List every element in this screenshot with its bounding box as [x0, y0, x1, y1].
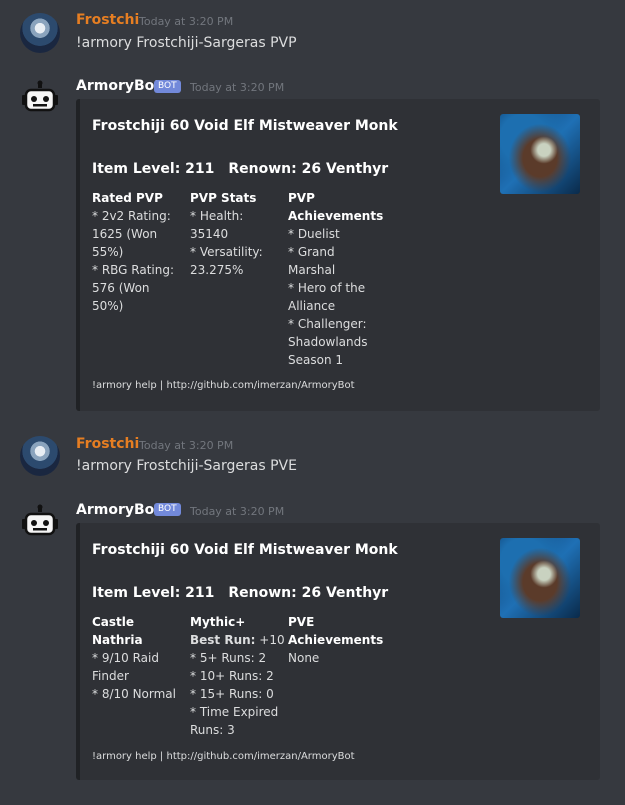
field-line: * Hero of the: [288, 281, 366, 295]
field-line: Alliance: [288, 299, 336, 313]
embed-field: Mythic+ Best Run: +10 * 5+ Runs: 2 * 10+…: [190, 613, 285, 739]
embed-field: Castle Nathria * 9/10 Raid Finder * 8/10…: [92, 613, 187, 703]
field-line: * 9/10 Raid: [92, 651, 159, 665]
field-line: 576 (Won: [92, 281, 150, 295]
field-value: * 2v2 Rating: 1625 (Won 55%) * RBG Ratin…: [92, 207, 182, 315]
robot-icon[interactable]: [20, 504, 60, 544]
field-name: Mythic+: [190, 615, 246, 629]
field-line: * 5+ Runs: 2: [190, 651, 267, 665]
embed-field: PVP Achievements * Duelist * Grand Marsh…: [288, 189, 398, 369]
field-line: * Time Expired: [190, 705, 279, 719]
message-content: !armory Frostchiji-Sargeras PVP: [76, 35, 297, 51]
field-line: * 10+ Runs: 2: [190, 669, 274, 683]
field-line: * Duelist: [288, 227, 340, 241]
item-level: Item Level: 211: [92, 585, 215, 601]
renown: Renown: 26 Venthyr: [228, 585, 389, 601]
author-name[interactable]: ArmoryBot: [76, 502, 161, 518]
embed-footer: !armory help | http://github.com/imerzan…: [92, 380, 355, 391]
field-line: Finder: [92, 669, 129, 683]
item-level: Item Level: 211: [92, 161, 215, 177]
embed: Frostchiji 60 Void Elf Mistweaver Monk I…: [76, 523, 600, 780]
field-name-line: PVE: [288, 615, 315, 629]
embed-field: PVP Stats * Health: 35140 * Versatility:…: [190, 189, 280, 279]
field-value: * Duelist * Grand Marshal * Hero of the …: [288, 225, 398, 369]
field-line: Marshal: [288, 263, 336, 277]
field-line: 23.275%: [190, 263, 244, 277]
field-line: * Challenger:: [288, 317, 367, 331]
field-line: * Health:: [190, 209, 244, 223]
bot-badge: BOT: [154, 503, 181, 516]
field-value: * Health: 35140 * Versatility: 23.275%: [190, 207, 280, 279]
author-name[interactable]: Frostchi: [76, 12, 139, 28]
field-name-line: Achievements: [288, 633, 384, 647]
message-content: !armory Frostchiji-Sargeras PVE: [76, 458, 297, 474]
field-name: PVP Achievements: [288, 189, 398, 225]
field-line: 1625 (Won: [92, 227, 158, 241]
field-name-line: PVP: [288, 191, 315, 205]
field-line: 55%): [92, 245, 124, 259]
timestamp: Today at 3:20 PM: [139, 15, 234, 28]
embed-description: Item Level: 211 Renown: 26 Venthyr: [92, 161, 402, 177]
field-line: Runs: 3: [190, 723, 235, 737]
best-run: Best Run: +10: [190, 631, 285, 649]
field-name: Rated PVP: [92, 191, 163, 205]
embed-description: Item Level: 211 Renown: 26 Venthyr: [92, 585, 402, 601]
author-name[interactable]: ArmoryBot: [76, 78, 161, 94]
bot-badge: BOT: [154, 80, 181, 93]
field-line: * RBG Rating:: [92, 263, 175, 277]
field-line: None: [288, 651, 320, 665]
author-name[interactable]: Frostchi: [76, 436, 139, 452]
field-line: 35140: [190, 227, 229, 241]
robot-icon[interactable]: [20, 80, 60, 120]
user-avatar[interactable]: [20, 13, 60, 53]
field-line: * 15+ Runs: 0: [190, 687, 274, 701]
timestamp: Today at 3:20 PM: [190, 81, 285, 94]
character-thumbnail[interactable]: [500, 114, 580, 194]
timestamp: Today at 3:20 PM: [190, 505, 285, 518]
field-line: Shadowlands: [288, 335, 368, 349]
field-line: 50%): [92, 299, 124, 313]
field-line: * Versatility:: [190, 245, 263, 259]
embed-title: Frostchiji 60 Void Elf Mistweaver Monk: [92, 118, 398, 134]
field-line: * 2v2 Rating:: [92, 209, 171, 223]
field-value: Best Run: +10 * 5+ Runs: 2 * 10+ Runs: 2…: [190, 631, 285, 739]
field-value: * 9/10 Raid Finder * 8/10 Normal: [92, 649, 187, 703]
best-run-value: +10: [259, 633, 285, 647]
field-name-line: Achievements: [288, 209, 384, 223]
field-value: None: [288, 649, 398, 667]
field-name: Castle Nathria: [92, 615, 143, 647]
field-line: * Grand: [288, 245, 335, 259]
field-name: PVP Stats: [190, 191, 257, 205]
best-run-label: Best Run:: [190, 633, 256, 647]
renown: Renown: 26 Venthyr: [228, 161, 389, 177]
embed-field: Rated PVP * 2v2 Rating: 1625 (Won 55%) *…: [92, 189, 182, 315]
field-name: PVE Achievements: [288, 613, 398, 649]
character-thumbnail[interactable]: [500, 538, 580, 618]
timestamp: Today at 3:20 PM: [139, 439, 234, 452]
embed: Frostchiji 60 Void Elf Mistweaver Monk I…: [76, 99, 600, 411]
embed-footer: !armory help | http://github.com/imerzan…: [92, 751, 355, 762]
embed-field: PVE Achievements None: [288, 613, 398, 667]
field-line: Season 1: [288, 353, 344, 367]
embed-title: Frostchiji 60 Void Elf Mistweaver Monk: [92, 542, 398, 558]
field-line: * 8/10 Normal: [92, 687, 176, 701]
user-avatar[interactable]: [20, 436, 60, 476]
